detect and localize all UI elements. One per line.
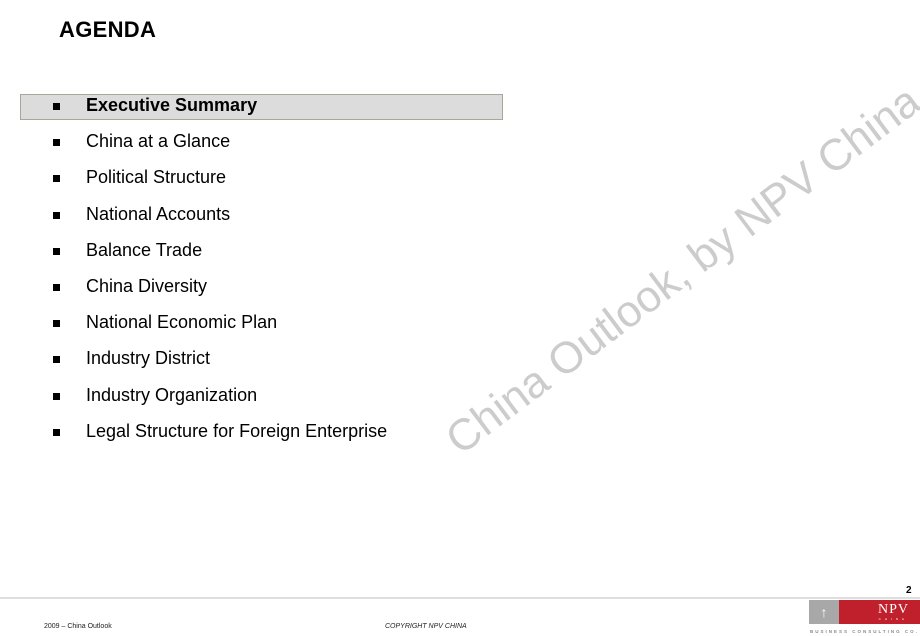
bullet-icon: [53, 392, 60, 400]
agenda-item-executive-summary[interactable]: Executive Summary: [20, 94, 503, 120]
agenda-item-label: Industry District: [86, 348, 211, 369]
bullet-icon: [53, 247, 60, 255]
bullet-icon: [53, 211, 60, 219]
agenda-item-label: Executive Summary: [86, 95, 258, 115]
bullet-icon: [53, 175, 60, 183]
brand-name: NPV: [877, 602, 909, 617]
watermark: China Outlook, by NPV China: [436, 76, 920, 465]
agenda-item-label: Legal Structure for Foreign Enterprise: [86, 420, 388, 441]
npv-logo: ↑ NPV CHINA BUSINESS CONSULTING CO.: [809, 600, 920, 636]
agenda-item-national-economic-plan[interactable]: National Economic Plan: [20, 311, 503, 337]
brand-box: NPV CHINA: [839, 600, 920, 624]
footer-copyright: COPYRIGHT NPV CHINA: [385, 623, 467, 630]
brand-sub: CHINA: [878, 617, 908, 621]
footer-left-text: 2009 – China Outlook: [44, 623, 112, 630]
agenda-item-political-structure[interactable]: Political Structure: [20, 166, 503, 192]
footer-divider: [0, 597, 920, 599]
agenda-item-label: Industry Organization: [86, 384, 258, 405]
logo-tagline: BUSINESS CONSULTING CO.: [810, 629, 919, 634]
bullet-icon: [53, 139, 60, 147]
arrow-up-icon[interactable]: ↑: [809, 600, 839, 624]
bullet-icon: [53, 103, 60, 110]
agenda-item-label: China at a Glance: [86, 131, 231, 152]
bullet-icon: [53, 283, 60, 291]
bullet-icon: [53, 356, 60, 364]
agenda-item-china-diversity[interactable]: China Diversity: [20, 275, 503, 301]
agenda-item-legal-structure[interactable]: Legal Structure for Foreign Enterprise: [20, 420, 503, 446]
agenda-item-label: National Economic Plan: [86, 312, 278, 333]
agenda-item-label: Balance Trade: [86, 239, 203, 260]
agenda-item-label: China Diversity: [86, 275, 208, 296]
agenda-item-balance-trade[interactable]: Balance Trade: [20, 239, 503, 265]
agenda-item-industry-organization[interactable]: Industry Organization: [20, 384, 503, 410]
bullet-icon: [53, 320, 60, 328]
agenda-item-china-at-a-glance[interactable]: China at a Glance: [20, 130, 503, 156]
agenda-item-label: Political Structure: [86, 167, 227, 188]
agenda-item-national-accounts[interactable]: National Accounts: [20, 203, 503, 229]
slide-title: AGENDA: [59, 17, 157, 42]
agenda-item-industry-district[interactable]: Industry District: [20, 347, 503, 373]
page-number: 2: [906, 585, 912, 596]
bullet-icon: [53, 428, 60, 436]
agenda-item-label: National Accounts: [86, 203, 231, 224]
agenda-list: Executive Summary China at a Glance Poli…: [20, 94, 503, 456]
